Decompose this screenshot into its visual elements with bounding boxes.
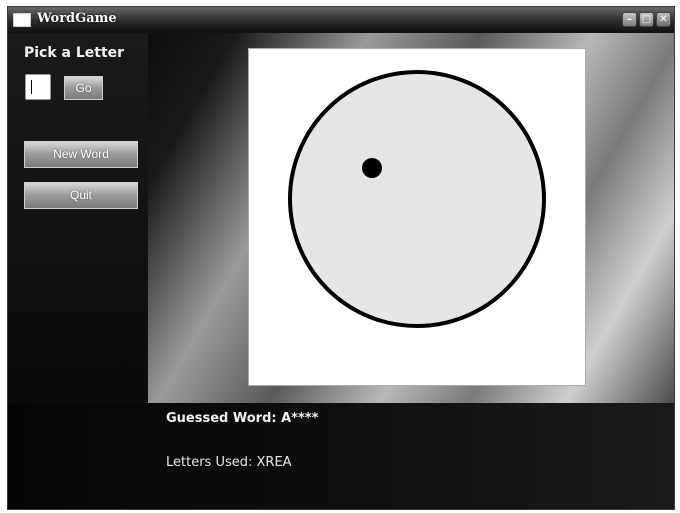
app-icon — [13, 13, 31, 27]
quit-button[interactable]: Quit — [24, 182, 138, 209]
play-area — [148, 33, 674, 403]
status-area: Guessed Word: A**** Letters Used: XREA — [8, 403, 674, 509]
window-controls: – □ ✕ — [622, 12, 671, 27]
eye-dot — [362, 158, 382, 178]
hangman-drawing — [288, 70, 546, 328]
head-circle — [288, 70, 546, 328]
window-title: WordGame — [37, 11, 117, 26]
title-bar[interactable]: WordGame – □ ✕ — [8, 7, 674, 34]
window-content: Pick a Letter Go New Word Quit Guessed W… — [8, 33, 674, 509]
sidebar: Pick a Letter Go New Word Quit — [8, 33, 148, 403]
drawing-canvas — [248, 48, 586, 386]
maximize-button[interactable]: □ — [639, 12, 654, 27]
go-button[interactable]: Go — [64, 76, 103, 100]
text-caret — [31, 80, 32, 94]
pick-letter-label: Pick a Letter — [24, 45, 125, 61]
letters-used-text: Letters Used: XREA — [166, 455, 292, 470]
letter-input[interactable] — [25, 74, 51, 100]
wordgame-window: WordGame – □ ✕ Pick a Letter Go New Word… — [7, 6, 675, 510]
guessed-word-text: Guessed Word: A**** — [166, 411, 319, 426]
new-word-button[interactable]: New Word — [24, 141, 138, 168]
close-button[interactable]: ✕ — [656, 12, 671, 27]
minimize-button[interactable]: – — [622, 12, 637, 27]
